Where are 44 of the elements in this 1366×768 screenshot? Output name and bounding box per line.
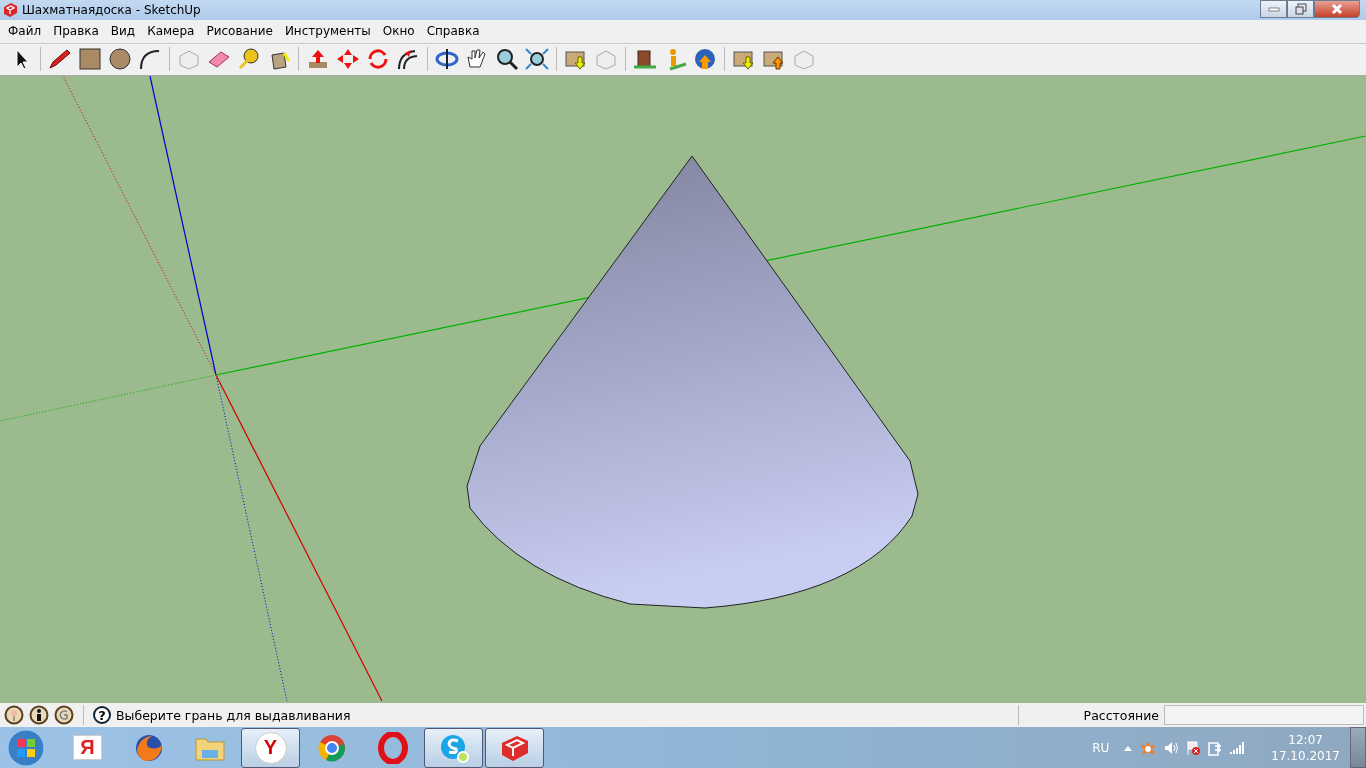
menu-item[interactable]: Файл (2, 24, 48, 39)
building-icon[interactable] (632, 47, 658, 72)
taskbar-app-button[interactable] (485, 727, 544, 768)
splat-icon[interactable] (1139, 739, 1158, 756)
menu-item[interactable]: Рисование (200, 24, 279, 39)
menu-item[interactable]: Вид (104, 24, 142, 39)
minimize-button[interactable] (1260, 0, 1287, 18)
status-message: Выберите грань для выдавливания (116, 707, 351, 723)
power-plug-icon[interactable] (1207, 739, 1224, 756)
person-icon[interactable] (29, 705, 49, 725)
help-icon[interactable]: ? (93, 706, 111, 724)
measurement-label: Расстояние (1083, 707, 1159, 723)
start-button[interactable] (6, 727, 46, 768)
globe-up-icon[interactable] (692, 47, 718, 72)
window-title: Шахматнаядоска - SketchUp (22, 3, 201, 17)
orbit-icon[interactable] (434, 47, 460, 72)
restore-icon (1294, 3, 1307, 15)
show-desktop-button[interactable] (1350, 727, 1366, 768)
credits-icon[interactable] (54, 705, 74, 725)
oval-ring-icon (377, 731, 408, 764)
flag-error-icon[interactable] (1185, 739, 1202, 756)
menu-item[interactable]: Камера (141, 24, 201, 39)
ring-logo-icon (316, 732, 347, 763)
close-button[interactable] (1314, 0, 1360, 18)
taskbar-app-button[interactable] (424, 727, 483, 768)
close-icon (1330, 3, 1344, 15)
menu-item[interactable]: Справка (420, 24, 486, 39)
taskbar-app-button[interactable]: Я (58, 727, 117, 768)
app-logo-icon (2, 2, 18, 18)
menu-item[interactable]: Правка (47, 24, 105, 39)
measurement-field[interactable] (1164, 705, 1364, 725)
menu-item[interactable]: Инструменты (278, 24, 377, 39)
circle-icon[interactable] (107, 47, 133, 72)
rectangle-icon[interactable] (77, 47, 103, 72)
minimize-icon (1267, 6, 1280, 12)
geolocation-icon[interactable] (4, 705, 24, 725)
zoom-icon[interactable] (494, 47, 520, 72)
signal-bars-icon[interactable] (1229, 740, 1246, 755)
menu-item[interactable]: Окно (376, 24, 421, 39)
taskbar-app-button[interactable]: Y (241, 727, 300, 768)
fox-globe-icon (133, 732, 164, 763)
maximize-button[interactable] (1287, 0, 1314, 18)
zoom-extents-icon[interactable] (524, 47, 550, 72)
pencil-icon[interactable] (47, 47, 73, 72)
